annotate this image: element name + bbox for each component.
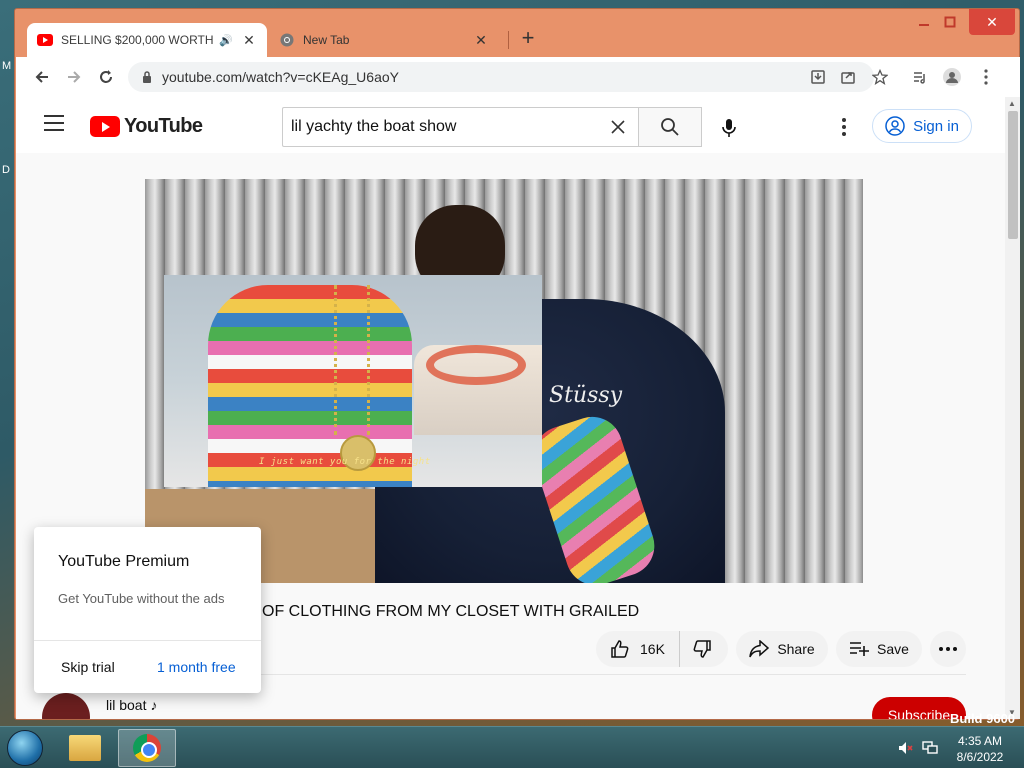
- youtube-logo-text: YouTube: [124, 115, 203, 137]
- back-icon[interactable]: [30, 65, 54, 89]
- desktop-edge-text: M: [2, 60, 12, 72]
- system-clock[interactable]: 4:35 AM 8/6/2022: [948, 733, 1012, 765]
- playlist-add-icon: [850, 642, 870, 656]
- like-count: 16K: [640, 641, 665, 657]
- video-inset-clip: I just want you for the night: [164, 275, 542, 487]
- premium-popup: YouTube Premium Get YouTube without the …: [34, 527, 261, 693]
- youtube-header: YouTube lil yachty the boat show Sign in: [16, 97, 1005, 153]
- maximize-button[interactable]: [937, 9, 963, 35]
- network-icon[interactable]: [922, 741, 938, 758]
- save-label: Save: [877, 641, 909, 657]
- lock-icon: [142, 71, 152, 83]
- inset-chain: [334, 285, 370, 435]
- chrome-menu-icon[interactable]: [976, 67, 996, 87]
- tab-separator: [508, 31, 509, 49]
- chrome-icon: [279, 32, 295, 48]
- install-icon[interactable]: [808, 67, 828, 87]
- share-page-icon[interactable]: [838, 67, 858, 87]
- address-bar[interactable]: youtube.com/watch?v=cKEAg_U6aoY: [128, 62, 874, 92]
- save-button[interactable]: Save: [836, 631, 922, 667]
- reload-icon[interactable]: [94, 65, 118, 89]
- more-horizontal-icon: [939, 647, 957, 651]
- inset-life-ring: [426, 345, 526, 385]
- premium-divider: [34, 640, 261, 641]
- settings-menu-icon[interactable]: [834, 115, 854, 139]
- chrome-icon[interactable]: [118, 729, 176, 767]
- tab-new-tab[interactable]: New Tab ✕: [269, 23, 499, 57]
- taskbar: 4:35 AM 8/6/2022: [0, 726, 1024, 768]
- clear-search-icon[interactable]: [608, 117, 628, 137]
- premium-title: YouTube Premium: [58, 553, 190, 570]
- start-button[interactable]: [7, 730, 43, 766]
- tab-youtube[interactable]: SELLING $200,000 WORTH O 🔊 ✕: [27, 23, 267, 57]
- tab-title: New Tab: [303, 33, 350, 47]
- skip-trial-button[interactable]: Skip trial: [61, 659, 115, 675]
- new-tab-button[interactable]: +: [515, 25, 541, 51]
- premium-description: Get YouTube without the ads: [58, 591, 225, 606]
- video-title: OF CLOTHING FROM MY CLOSET WITH GRAILED: [262, 603, 640, 620]
- dislike-button[interactable]: [680, 631, 724, 667]
- thumbs-down-icon: [693, 640, 711, 658]
- scroll-up-arrow-icon[interactable]: ▲: [1008, 99, 1016, 108]
- account-icon: [885, 116, 905, 136]
- page-scrollbar[interactable]: ▲ ▼: [1005, 97, 1020, 719]
- tab-close-icon[interactable]: ✕: [473, 32, 489, 49]
- channel-avatar[interactable]: [42, 693, 90, 719]
- share-label: Share: [777, 641, 815, 657]
- browser-toolbar: youtube.com/watch?v=cKEAg_U6aoY: [16, 57, 1020, 97]
- clock-date: 8/6/2022: [956, 750, 1004, 764]
- file-explorer-icon[interactable]: [56, 729, 114, 767]
- youtube-icon: [37, 32, 53, 48]
- share-button[interactable]: Share: [736, 631, 828, 667]
- bookmark-star-icon[interactable]: [870, 67, 890, 87]
- video-caption: I just want you for the night: [259, 457, 431, 467]
- close-window-button[interactable]: ✕: [969, 9, 1015, 35]
- sign-in-button[interactable]: Sign in: [872, 109, 972, 143]
- forward-icon[interactable]: [62, 65, 86, 89]
- video-player[interactable]: Stüssy I just want you for the night: [145, 179, 863, 583]
- volume-muted-icon[interactable]: [898, 741, 914, 758]
- clock-time: 4:35 AM: [957, 734, 1003, 748]
- free-trial-button[interactable]: 1 month free: [157, 659, 236, 675]
- search-button[interactable]: [638, 107, 702, 147]
- menu-icon[interactable]: [44, 115, 64, 135]
- youtube-logo[interactable]: YouTube: [90, 115, 203, 138]
- like-button[interactable]: 16K: [596, 631, 680, 667]
- search-input[interactable]: lil yachty the boat show: [282, 107, 638, 147]
- tab-close-icon[interactable]: ✕: [241, 32, 257, 49]
- search-icon: [661, 118, 679, 136]
- youtube-play-icon: [90, 116, 120, 137]
- search-query-text: lil yachty the boat show: [291, 118, 457, 135]
- windows-build-watermark: Build 9600: [950, 711, 1016, 726]
- desktop-edge-text: D: [2, 164, 10, 176]
- media-control-icon[interactable]: [910, 67, 930, 87]
- speaker-icon[interactable]: 🔊: [219, 34, 233, 47]
- thumbs-up-icon: [611, 640, 629, 658]
- url-text: youtube.com/watch?v=cKEAg_U6aoY: [162, 69, 399, 85]
- like-dislike-group: 16K: [596, 631, 728, 667]
- tab-title: SELLING $200,000 WORTH O: [61, 33, 216, 47]
- microphone-icon[interactable]: [710, 109, 748, 147]
- divider: [260, 674, 966, 675]
- channel-name[interactable]: lil boat ♪: [106, 697, 157, 713]
- profile-avatar-icon[interactable]: [942, 67, 962, 87]
- share-icon: [749, 640, 770, 658]
- sign-in-label: Sign in: [913, 117, 959, 135]
- video-logo-overlay: Stüssy: [549, 383, 623, 408]
- more-actions-button[interactable]: [930, 631, 966, 667]
- scrollbar-thumb[interactable]: [1008, 111, 1018, 239]
- minimize-button[interactable]: [911, 9, 937, 35]
